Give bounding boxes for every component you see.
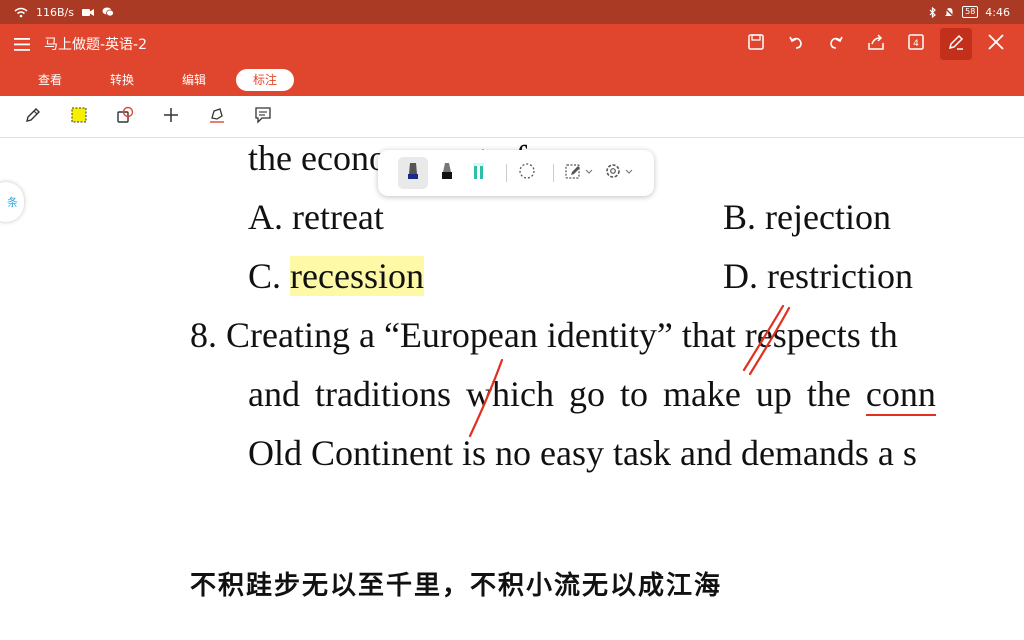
pen-tool[interactable] [10, 99, 56, 135]
pen-icon [24, 106, 42, 128]
option-a: A. retreat [248, 197, 384, 237]
video-icon [81, 8, 94, 17]
comment-icon [254, 106, 272, 128]
mute-icon [944, 6, 955, 18]
wechat-icon [102, 7, 114, 17]
shapes-tool[interactable] [102, 99, 148, 135]
tab-view[interactable]: 查看 [14, 69, 86, 91]
save-icon [747, 33, 765, 55]
share-button[interactable] [856, 28, 896, 60]
question-8-line-2-text: and traditions which go to make up the [248, 374, 866, 414]
lasso-icon [518, 162, 536, 184]
question-8-line-1: 8. Creating a “European identity” that r… [190, 315, 898, 355]
question-8-line-3: Old Continent is no easy task and demand… [248, 433, 917, 473]
option-c-prefix: C. [248, 256, 291, 296]
option-b: B. rejection [723, 197, 891, 237]
tab-convert[interactable]: 转换 [86, 69, 158, 91]
highlight-box-tool[interactable] [56, 99, 102, 135]
page-count-button[interactable]: 4 [896, 28, 936, 60]
signature-tool[interactable] [194, 99, 240, 135]
svg-text:4: 4 [913, 39, 919, 49]
pen-select-icon [564, 162, 594, 184]
pen-settings-dropdown[interactable] [602, 157, 636, 189]
tab-annotate[interactable]: 标注 [236, 69, 294, 91]
redo-icon [827, 33, 845, 55]
tab-bar: 查看 转换 编辑 标注 [0, 64, 1024, 96]
document-title: 马上做题-英语-2 [44, 37, 148, 53]
network-speed: 116B/s [36, 5, 74, 19]
bluetooth-icon [929, 6, 937, 18]
ballpoint-pen-button[interactable] [398, 157, 428, 189]
annotate-mode-button[interactable] [940, 28, 972, 60]
title-bar: 马上做题-英语-2 4 [0, 24, 1024, 64]
wifi-icon [14, 7, 28, 18]
pen-select-dropdown[interactable] [562, 157, 596, 189]
add-tool[interactable] [148, 99, 194, 135]
annotation-toolbar [0, 96, 1024, 138]
hamburger-menu-icon[interactable] [0, 37, 44, 51]
option-d: D. restriction [723, 256, 913, 296]
comment-tool[interactable] [240, 99, 286, 135]
clock: 4:46 [985, 5, 1010, 19]
popup-divider [506, 164, 507, 182]
tab-edit[interactable]: 编辑 [158, 69, 230, 91]
close-icon [988, 34, 1004, 54]
underlined-word: conn [865, 374, 936, 416]
share-icon [867, 33, 885, 55]
document-page[interactable]: the economy out of. A. retreat B. reject… [0, 138, 1024, 640]
gear-icon [604, 162, 634, 184]
pen-style-popup [378, 150, 654, 196]
page-count-icon: 4 [907, 33, 925, 55]
signature-icon [208, 106, 226, 128]
status-bar: 116B/s 58 4:46 [0, 0, 1024, 24]
side-bubble-label: 条 [7, 196, 18, 209]
highlighter-button[interactable] [466, 157, 492, 189]
marker-pen-icon [440, 161, 454, 185]
ballpoint-pen-icon [406, 161, 420, 185]
marker-pen-button[interactable] [434, 157, 460, 189]
redo-button[interactable] [816, 28, 856, 60]
popup-divider-2 [553, 164, 554, 182]
option-c: C. recession [248, 256, 424, 296]
side-floating-bubble[interactable]: 条 [0, 182, 24, 222]
battery-indicator: 58 [962, 6, 979, 18]
pencil-edit-icon [947, 33, 965, 55]
highlight-box-icon [70, 106, 88, 128]
close-button[interactable] [976, 28, 1016, 60]
save-button[interactable] [736, 28, 776, 60]
highlighted-answer: recession [290, 256, 424, 296]
undo-icon [787, 33, 805, 55]
lasso-button[interactable] [515, 157, 539, 189]
highlighter-icon [472, 161, 486, 185]
plus-icon [163, 107, 179, 127]
motto-text: 不积跬步无以至千里，不积小流无以成江海 [190, 571, 723, 601]
question-8-line-2: and traditions which go to make up the c… [248, 374, 936, 416]
undo-button[interactable] [776, 28, 816, 60]
shapes-icon [116, 106, 134, 128]
